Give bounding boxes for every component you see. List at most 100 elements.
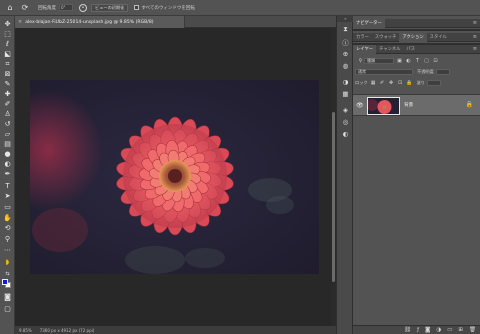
tab-color[interactable]: カラー bbox=[353, 33, 372, 42]
layer-row-background[interactable]: 👁 背景 🔒 bbox=[353, 94, 480, 116]
lock-all-icon[interactable]: 🔒 bbox=[406, 80, 413, 87]
options-bar: ⌂ ⟳ 回転角度 0° • ビューの初期化 すべてのウィンドウを回転 bbox=[0, 0, 480, 16]
filter-type-icon[interactable]: T bbox=[414, 58, 421, 65]
healing-icon[interactable]: ✚ bbox=[2, 90, 13, 99]
navigator-icon[interactable]: ⊕ bbox=[340, 49, 351, 58]
dodge-icon[interactable]: ◐ bbox=[2, 160, 13, 169]
filter-pixel-icon[interactable]: ▣ bbox=[396, 58, 403, 65]
status-bar: 9.85% 7360 px x 4912 px (72 ppi) bbox=[15, 326, 336, 334]
history-icon[interactable]: ⧗ bbox=[340, 25, 351, 34]
scrollbar-thumb[interactable] bbox=[332, 112, 335, 282]
collapse-icon[interactable]: » bbox=[337, 16, 354, 22]
rotate-view-icon[interactable]: ⟲ bbox=[2, 224, 13, 233]
document-image[interactable] bbox=[30, 80, 319, 274]
tab-paths[interactable]: パス bbox=[403, 45, 418, 54]
panel-divider bbox=[353, 29, 480, 31]
lock-pixels-icon[interactable]: ▦ bbox=[370, 80, 377, 87]
crop-icon[interactable]: ⌗ bbox=[2, 60, 13, 69]
pen-icon[interactable]: ✒ bbox=[2, 170, 13, 179]
brush-icon[interactable]: ✐ bbox=[2, 100, 13, 109]
new-group-icon[interactable]: ▭ bbox=[447, 327, 452, 333]
close-tab-icon[interactable]: × bbox=[18, 19, 22, 25]
eraser-icon[interactable]: ▱ bbox=[2, 130, 13, 139]
blur-icon[interactable]: ● bbox=[2, 150, 13, 159]
color-icon[interactable]: ◍ bbox=[340, 61, 351, 70]
libraries-icon[interactable]: ▦ bbox=[340, 89, 351, 98]
lock-artboard-icon[interactable]: ⊡ bbox=[397, 80, 404, 87]
reset-view-button[interactable]: ビューの初期化 bbox=[91, 3, 129, 12]
lock-row: ロック ▦ ✐ ✥ ⊡ 🔒 塗り bbox=[355, 79, 441, 87]
gradient-icon[interactable]: ▤ bbox=[2, 140, 13, 149]
frame-icon[interactable]: ⊠ bbox=[2, 70, 13, 79]
swap-colors-icon[interactable]: ⇆ bbox=[2, 270, 13, 279]
eye-icon[interactable]: 👁 bbox=[356, 102, 364, 109]
rotate-all-checkbox[interactable] bbox=[134, 5, 140, 10]
tab-styles[interactable]: スタイル bbox=[427, 33, 450, 42]
layer-filter-select[interactable]: 種類 bbox=[364, 58, 394, 64]
rectangle-icon[interactable]: ▭ bbox=[2, 203, 13, 212]
fx-icon[interactable]: ƒ bbox=[417, 327, 419, 333]
document-tabs: × alex-blajan-FiUbZ-25014-unsplash.jpg @… bbox=[15, 16, 336, 28]
type-icon[interactable]: T bbox=[2, 182, 13, 191]
panel-dock: ナビゲーター ≡ カラー スウォッチ アクション スタイル ≡ レイヤー チャン… bbox=[353, 16, 480, 334]
lock-paint-icon[interactable]: ✐ bbox=[379, 80, 386, 87]
layers-list-empty-area bbox=[353, 117, 480, 325]
foreground-color-swatch[interactable] bbox=[2, 279, 8, 285]
object-select-icon[interactable]: ⬕ bbox=[2, 50, 13, 59]
lock-label: ロック bbox=[355, 80, 368, 85]
layer-thumbnail-image bbox=[368, 98, 399, 114]
eyedropper-icon[interactable]: ✎ bbox=[2, 80, 13, 89]
zoom-level[interactable]: 9.85% bbox=[19, 328, 32, 333]
lasso-icon[interactable]: ℓ bbox=[2, 40, 13, 49]
lock-position-icon[interactable]: ✥ bbox=[388, 80, 395, 87]
panel-menu-icon[interactable]: ≡ bbox=[473, 20, 477, 26]
panel-menu-icon[interactable]: ≡ bbox=[473, 34, 477, 40]
adjustment-layer-icon[interactable]: ◑ bbox=[436, 327, 441, 333]
layers-icon[interactable]: ◈ bbox=[340, 105, 351, 114]
angle-dial-icon[interactable]: • bbox=[79, 3, 87, 12]
lock-icon: 🔒 bbox=[465, 101, 473, 108]
path-select-icon[interactable]: ➤ bbox=[2, 192, 13, 201]
document-tab-title: alex-blajan-FiUbZ-25014-unsplash.jpg @ 9… bbox=[25, 19, 154, 25]
layer-name[interactable]: 背景 bbox=[404, 102, 413, 108]
filter-shape-icon[interactable]: ▢ bbox=[423, 58, 430, 65]
marquee-icon[interactable]: ⬚ bbox=[2, 30, 13, 39]
fill-label: 塗り bbox=[416, 80, 425, 85]
trash-icon[interactable]: 🗑 bbox=[469, 327, 476, 333]
new-layer-icon[interactable]: ⊞ bbox=[458, 327, 463, 333]
rotate-view-tool-icon[interactable]: ⟳ bbox=[20, 3, 30, 13]
channels-icon[interactable]: ◎ bbox=[340, 117, 351, 126]
tools-panel: ✥ ⬚ ℓ ⬕ ⌗ ⊠ ✎ ✚ ✐ ♙ ↺ ▱ ▤ ● ◐ ✒ T ➤ ▭ ✋ … bbox=[0, 16, 15, 334]
tab-layers[interactable]: レイヤー bbox=[353, 44, 377, 54]
info-icon[interactable]: ⓘ bbox=[340, 37, 351, 47]
home-icon[interactable]: ⌂ bbox=[5, 3, 15, 13]
panel-icon-column: » ⧗ ⓘ ⊕ ◍ ◑ ▦ ◈ ◎ ◐ bbox=[336, 16, 354, 334]
screen-mode-icon[interactable]: ▢ bbox=[2, 305, 13, 314]
panel-menu-icon[interactable]: ≡ bbox=[473, 46, 477, 52]
history-brush-icon[interactable]: ↺ bbox=[2, 120, 13, 129]
hand-icon[interactable]: ✋ bbox=[2, 214, 13, 223]
blend-mode-select[interactable]: 通常 bbox=[355, 69, 413, 75]
filter-adjust-icon[interactable]: ◐ bbox=[405, 58, 412, 65]
document-tab[interactable]: × alex-blajan-FiUbZ-25014-unsplash.jpg @… bbox=[15, 16, 185, 28]
paths-icon[interactable]: ◐ bbox=[340, 129, 351, 138]
flower-photo bbox=[30, 80, 319, 274]
link-layers-icon[interactable]: ⛓ bbox=[404, 327, 411, 333]
tab-actions[interactable]: アクション bbox=[399, 32, 427, 42]
tab-navigator[interactable]: ナビゲーター bbox=[353, 18, 385, 28]
color-panel-header: カラー スウォッチ アクション スタイル ≡ bbox=[353, 32, 480, 42]
opacity-input[interactable] bbox=[435, 69, 450, 75]
filter-smart-icon[interactable]: ⊡ bbox=[432, 58, 439, 65]
quick-mask-icon[interactable]: ◙ bbox=[2, 293, 13, 302]
fill-input[interactable] bbox=[426, 80, 441, 86]
quickmask-icon[interactable]: ◗ bbox=[2, 258, 13, 267]
tab-channels[interactable]: チャンネル bbox=[376, 45, 403, 54]
zoom-icon[interactable]: ⚲ bbox=[2, 235, 13, 244]
move-icon[interactable]: ✥ bbox=[2, 20, 13, 29]
angle-input[interactable]: 0° bbox=[59, 4, 73, 11]
stamp-icon[interactable]: ♙ bbox=[2, 110, 13, 119]
tab-swatches[interactable]: スウォッチ bbox=[372, 33, 399, 42]
edit-toolbar-icon[interactable]: ⋯ bbox=[2, 246, 13, 255]
add-mask-icon[interactable]: ◙ bbox=[425, 327, 430, 333]
adjustments-icon[interactable]: ◑ bbox=[340, 77, 351, 86]
